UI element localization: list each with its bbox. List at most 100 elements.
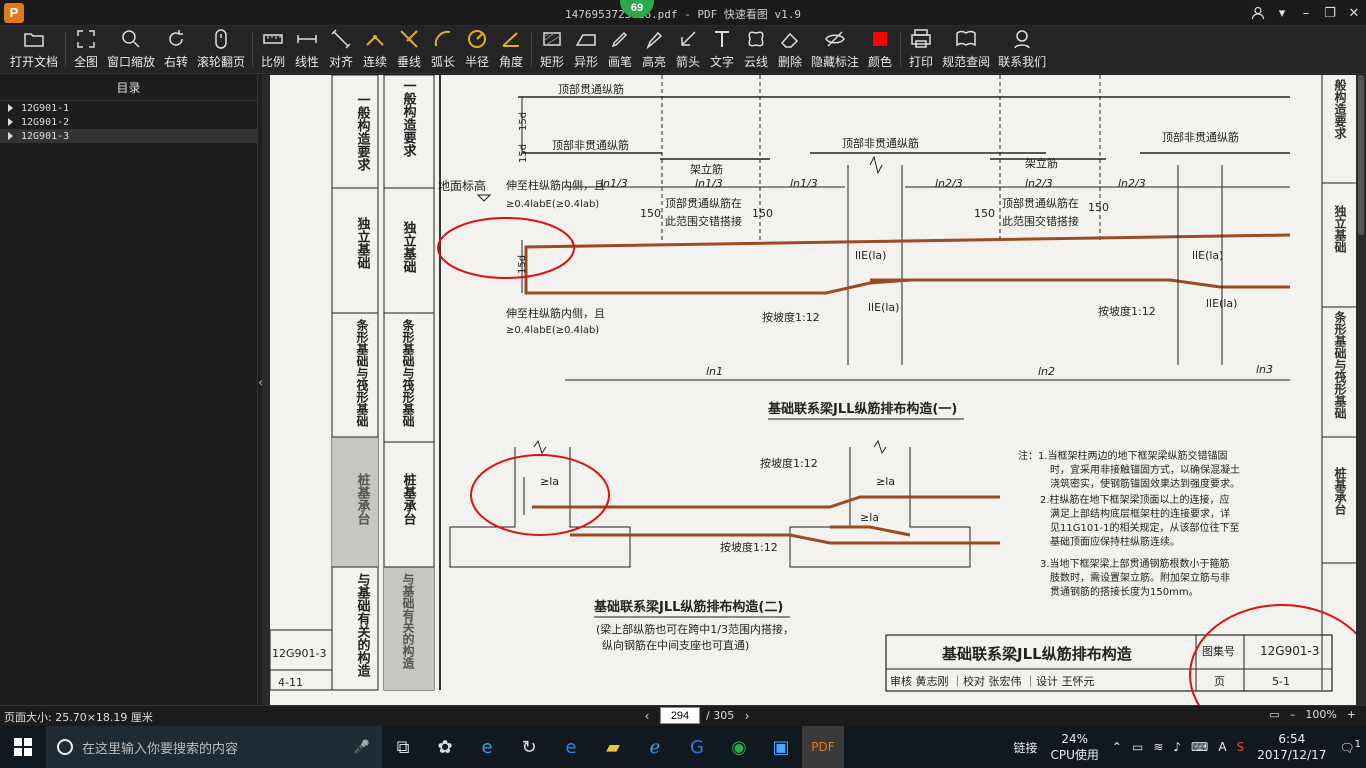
zoom-in-icon[interactable]: + — [1347, 708, 1356, 721]
menu-dropdown-icon[interactable]: ▾ — [1270, 0, 1294, 26]
tool-label: 打印 — [909, 55, 934, 69]
pinwheel-app-icon[interactable]: ✿ — [424, 726, 466, 768]
tool-continuous-dimension[interactable]: 连续 — [358, 26, 392, 73]
edge-browser-icon-2[interactable]: e — [550, 726, 592, 768]
tool-eraser[interactable]: 删除 — [773, 26, 807, 73]
tool-book-search[interactable]: 规范查阅 — [938, 26, 994, 73]
rebar-lower-top — [532, 495, 1000, 509]
tree-item-12g901-1[interactable]: 12G901-1 — [0, 101, 257, 115]
svg-text:肢数时，需设置架立筋。附加架立筋与非: 肢数时，需设置架立筋。附加架立筋与非 — [1050, 571, 1230, 584]
tool-arc-length[interactable]: 弧长 — [426, 26, 460, 73]
google-app-icon[interactable]: G — [676, 726, 718, 768]
cpu-percent: 24% — [1061, 732, 1089, 746]
volume-icon[interactable]: ♪ — [1168, 740, 1186, 754]
tool-label: 颜色 — [868, 55, 893, 69]
close-button[interactable]: ✕ — [1342, 0, 1366, 26]
tool-perpendicular[interactable]: 垂线 — [392, 26, 426, 73]
sogou-ime-icon[interactable]: S — [1232, 740, 1250, 754]
tool-contact[interactable]: 联系我们 — [994, 26, 1050, 73]
tool-rectangle[interactable]: 矩形 — [535, 26, 569, 73]
fit-all-icon — [74, 27, 98, 51]
hide-annotations-icon — [823, 27, 847, 51]
restore-button[interactable]: ❐ — [1318, 0, 1342, 26]
svg-text:贯通钢筋的搭接长度为150mm。: 贯通钢筋的搭接长度为150mm。 — [1050, 585, 1199, 598]
text-icon — [710, 27, 734, 51]
user-icon[interactable] — [1246, 0, 1270, 26]
pdf-viewer-taskbar-icon[interactable]: PDF — [802, 726, 844, 768]
expand-arrow-icon[interactable] — [8, 118, 13, 126]
expand-arrow-icon[interactable] — [8, 132, 13, 140]
prev-page-icon[interactable]: ‹ — [640, 709, 654, 723]
ie-browser-icon[interactable]: ℯ — [634, 726, 676, 768]
view-mode-icon[interactable]: ▭ — [1269, 708, 1279, 721]
keyboard-icon[interactable]: ⌨ — [1186, 740, 1213, 754]
zoom-level[interactable]: 100% — [1305, 708, 1336, 721]
page-number-input[interactable] — [660, 707, 700, 724]
tool-aligned-dimension[interactable]: 对齐 — [324, 26, 358, 73]
tool-hide-annotations[interactable]: 隐藏标注 — [807, 26, 863, 73]
tool-cloud-line[interactable]: 云线 — [739, 26, 773, 73]
diagram-two: ≥la 按坡度1:12 ≥la ≥la 按坡度1:12 基础联系梁JLL纵筋排布… — [449, 439, 1000, 652]
windows-logo-icon — [14, 738, 32, 756]
printer-icon — [909, 27, 933, 51]
zoom-out-icon[interactable]: – — [1290, 708, 1296, 721]
svg-text:ln3: ln3 — [1256, 363, 1273, 376]
battery-icon[interactable]: ▭ — [1127, 740, 1148, 754]
inner-tab-pile: 桩基承台 — [401, 472, 418, 526]
tool-radius[interactable]: 半径 — [460, 26, 494, 73]
scrollbar-thumb[interactable] — [1358, 75, 1364, 235]
ime-indicator-icon[interactable]: A — [1213, 740, 1231, 754]
book-search-icon — [954, 27, 978, 51]
pen-icon — [608, 27, 632, 51]
tool-highlighter[interactable]: 高亮 — [637, 26, 671, 73]
app-window: P 1476953723026.pdf - PDF 快速看图 v1.9 69 ▾… — [0, 0, 1366, 768]
svg-text:架立筋: 架立筋 — [690, 162, 723, 176]
tray-link-label[interactable]: 链接 — [1008, 739, 1042, 756]
taskbar-search[interactable]: 在这里输入你要搜索的内容 🎤 — [46, 726, 382, 768]
left-tab-general: 一般构造要求 — [355, 93, 371, 172]
tool-label: 箭头 — [676, 55, 701, 69]
spiral-app-icon[interactable]: ↻ — [508, 726, 550, 768]
tool-printer[interactable]: 打印 — [904, 26, 938, 73]
tool-rotate-right[interactable]: 右转 — [159, 26, 193, 73]
vertical-scrollbar[interactable] — [1356, 75, 1366, 705]
tool-scale[interactable]: 比例 — [256, 26, 290, 73]
tool-linear-dimension[interactable]: 线性 — [290, 26, 324, 73]
left-page-code: 4-11 — [278, 676, 303, 689]
tool-pen[interactable]: 画笔 — [603, 26, 637, 73]
arrow-icon — [676, 27, 700, 51]
markup-ellipse-2[interactable] — [470, 454, 610, 536]
green-browser-icon[interactable]: ◉ — [718, 726, 760, 768]
svg-text:顶部非贯通纵筋: 顶部非贯通纵筋 — [552, 138, 629, 152]
next-page-icon[interactable]: › — [740, 709, 754, 723]
svg-text:150: 150 — [640, 207, 661, 220]
tray-expand-icon[interactable]: ⌃ — [1107, 740, 1127, 754]
window-controls: ▾ – ❐ ✕ — [1246, 0, 1366, 26]
scale-icon — [261, 27, 285, 51]
tool-arrow[interactable]: 箭头 — [671, 26, 705, 73]
start-button[interactable] — [0, 726, 46, 768]
action-center-icon[interactable]: 🗨1 — [1334, 739, 1366, 755]
microphone-icon[interactable]: 🎤 — [354, 740, 370, 755]
document-viewport[interactable]: 一般构造要求 独立基础 条形基础与筏形基础 桩基承台 与基础有关的构造 12G9… — [262, 75, 1366, 705]
toolbar-separator — [531, 32, 533, 67]
file-explorer-icon[interactable]: ▰ — [592, 726, 634, 768]
edge-browser-icon[interactable]: e — [466, 726, 508, 768]
tree-item-12g901-2[interactable]: 12G901-2 — [0, 115, 257, 129]
cpu-usage[interactable]: 24% CPU使用 — [1043, 731, 1107, 763]
network-icon[interactable]: ≋ — [1148, 740, 1168, 754]
tree-item-12g901-3[interactable]: 12G901-3 — [0, 129, 257, 143]
tool-zoom[interactable]: 窗口缩放 — [103, 26, 159, 73]
tool-angle[interactable]: 角度 — [494, 26, 528, 73]
minimize-button[interactable]: – — [1294, 0, 1318, 26]
tool-mouse-wheel[interactable]: 滚轮翻页 — [193, 26, 249, 73]
taskbar-clock[interactable]: 6:54 2017/12/17 — [1249, 731, 1334, 763]
task-view-icon[interactable]: ⧉ — [382, 726, 424, 768]
tool-color-swatch[interactable]: 颜色 — [863, 26, 897, 73]
tool-folder[interactable]: 打开文档 — [6, 26, 62, 73]
tool-irregular-shape[interactable]: 异形 — [569, 26, 603, 73]
tool-fit-all[interactable]: 全图 — [69, 26, 103, 73]
expand-arrow-icon[interactable] — [8, 104, 13, 112]
tool-text[interactable]: 文字 — [705, 26, 739, 73]
computer-manager-icon[interactable]: ▣ — [760, 726, 802, 768]
